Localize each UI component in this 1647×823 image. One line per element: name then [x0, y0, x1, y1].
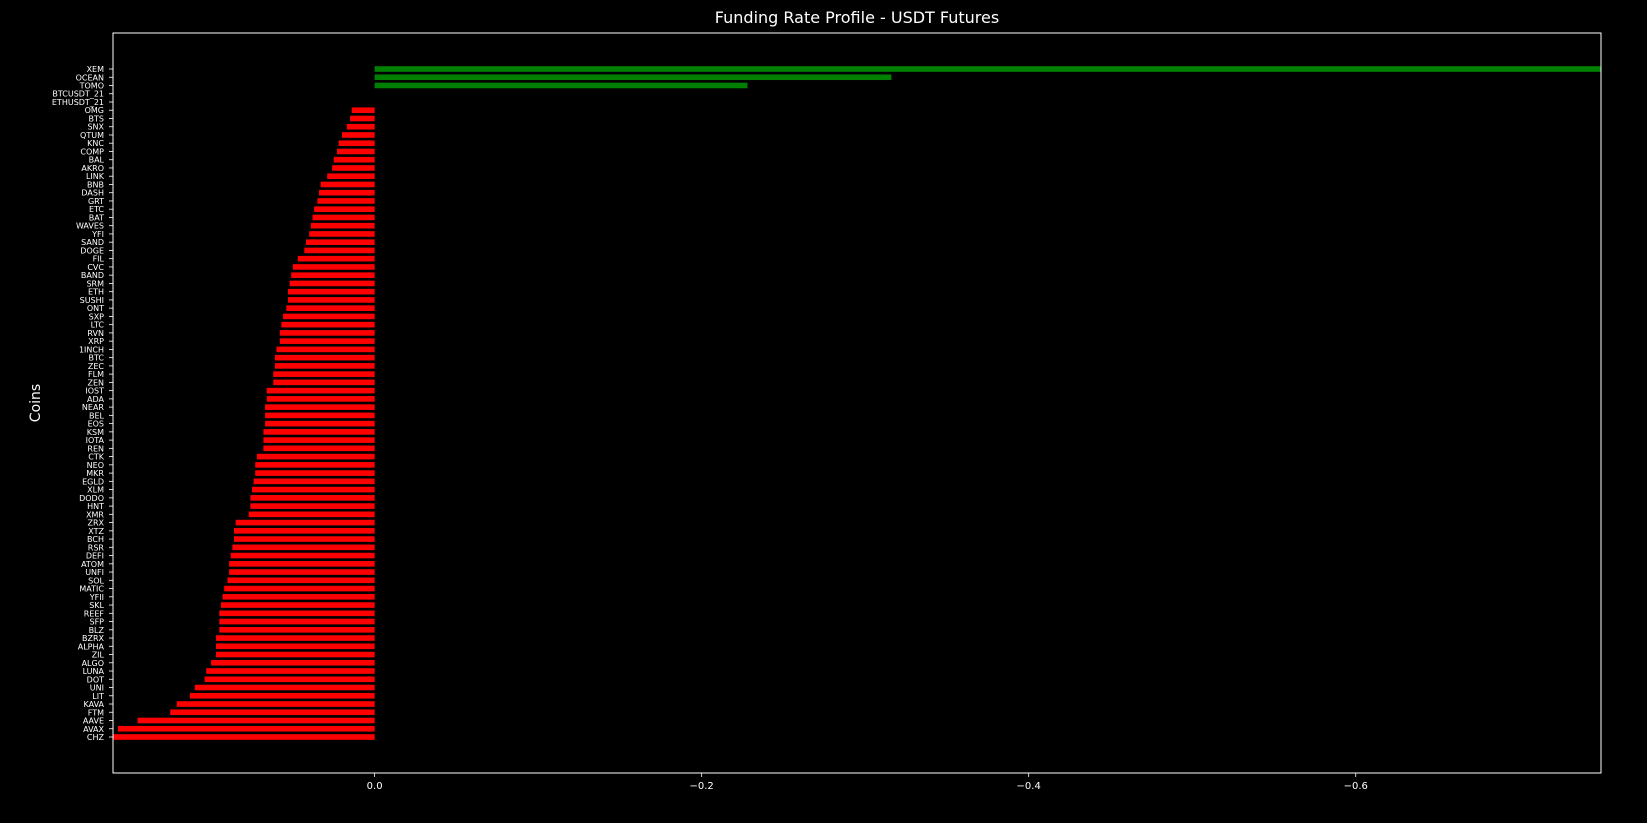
bar-xrp	[279, 338, 375, 344]
bar-akro	[332, 165, 375, 171]
bar-zec	[274, 363, 375, 369]
bar-doge	[304, 247, 375, 254]
bar-flm	[273, 371, 375, 377]
bar-btc	[274, 354, 375, 361]
bar-near	[265, 404, 375, 410]
bar-bch	[234, 536, 375, 542]
bar-defi	[230, 552, 375, 559]
bar-xlm	[251, 486, 375, 493]
bar-sfp	[219, 618, 375, 625]
bar-bel	[265, 412, 375, 419]
bar-eos	[265, 420, 375, 427]
bar-fil	[297, 255, 375, 262]
bar-xmr	[248, 511, 375, 518]
bar-bal	[333, 156, 375, 163]
bar-unfi	[229, 569, 375, 575]
y-tick-label: CHZ	[87, 733, 105, 742]
bar-ada	[266, 396, 375, 402]
bar-knc	[338, 140, 375, 147]
bar-cvc	[292, 264, 375, 270]
bar-link	[327, 173, 375, 180]
bar-egld	[253, 478, 375, 485]
bar-rvn	[279, 330, 375, 336]
bar-dodo	[250, 495, 375, 501]
bar-algo	[211, 659, 375, 666]
bar-zil	[216, 651, 375, 658]
bar-bts	[350, 115, 375, 122]
bar-zen	[273, 379, 375, 386]
x-tick-label: −0.2	[690, 781, 714, 792]
bar-sol	[227, 577, 375, 584]
bar-mkr	[255, 470, 375, 476]
bar-bzrx	[216, 635, 375, 641]
bar-sxp	[283, 313, 375, 320]
x-tick-label: −0.4	[1017, 781, 1041, 792]
bar-omg	[351, 107, 375, 114]
bar-1inch	[276, 346, 375, 353]
x-tick-label: −0.6	[1344, 781, 1368, 792]
bar-waves	[310, 222, 375, 229]
bar-avax	[117, 725, 375, 732]
x-tick-label: 0.0	[367, 781, 383, 792]
bar-lit	[189, 692, 375, 699]
bar-bnb	[320, 181, 375, 188]
bar-alpha	[216, 643, 375, 650]
bar-dash	[319, 189, 375, 196]
bar-luna	[206, 668, 375, 674]
bar-ren	[263, 445, 375, 452]
bar-iota	[263, 437, 375, 443]
y-axis-label: Coins	[28, 384, 44, 422]
chart-title: Funding Rate Profile - USDT Futures	[715, 8, 999, 27]
bar-snx	[346, 123, 375, 130]
bar-sand	[305, 239, 375, 245]
bar-bat	[312, 214, 375, 221]
bar-neo	[255, 462, 375, 468]
bar-matic	[224, 585, 375, 592]
bar-iost	[266, 387, 375, 394]
bar-dot	[204, 676, 375, 683]
bar-zrx	[235, 519, 375, 526]
bar-rsr	[232, 544, 375, 551]
bar-xtz	[234, 528, 375, 534]
bar-xem	[374, 66, 1601, 72]
bar-yfii	[222, 594, 375, 600]
chart-root: Funding Rate Profile - USDT Futures Coin…	[0, 0, 1647, 819]
bar-chz	[113, 734, 375, 740]
bar-ltc	[281, 321, 375, 328]
bar-eth	[287, 288, 375, 295]
bar-ocean	[374, 74, 892, 81]
bar-comp	[337, 148, 375, 155]
bar-atom	[229, 561, 375, 567]
bar-ksm	[263, 429, 375, 435]
bar-sushi	[287, 297, 375, 303]
bar-tomo	[374, 82, 748, 89]
bar-grt	[317, 198, 375, 204]
bar-reef	[219, 610, 375, 617]
bar-ftm	[170, 709, 375, 716]
bar-band	[291, 272, 375, 278]
bar-aave	[137, 717, 375, 724]
bar-ont	[286, 305, 375, 311]
bar-ctk	[256, 453, 375, 460]
bar-srm	[289, 280, 375, 287]
bar-blz	[219, 626, 375, 633]
bar-skl	[220, 602, 375, 608]
bar-qtum	[341, 132, 375, 138]
bar-hnt	[250, 503, 375, 509]
bar-etc	[314, 206, 375, 212]
bar-uni	[194, 684, 375, 691]
bar-kava	[176, 701, 375, 707]
funding-rate-chart: Funding Rate Profile - USDT Futures Coin…	[0, 0, 1647, 819]
bar-yfi	[309, 231, 375, 237]
